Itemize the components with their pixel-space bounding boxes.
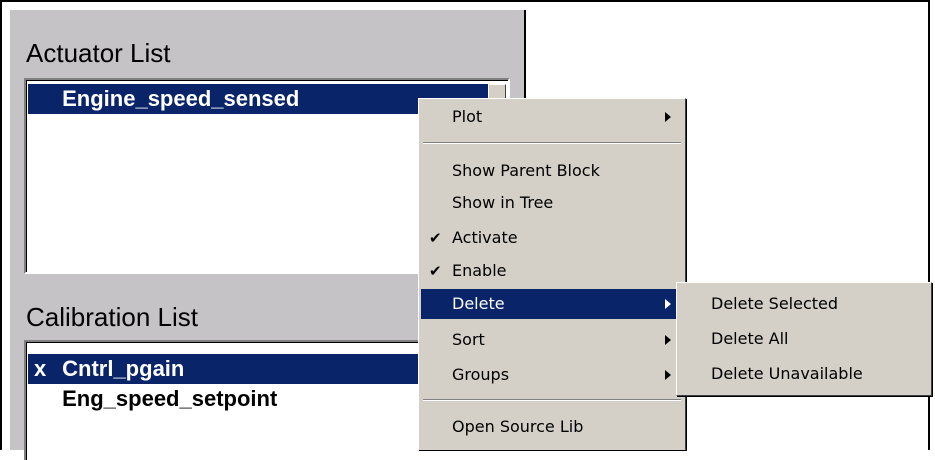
menu-item-groups[interactable]: Groups (421, 360, 683, 390)
menu-item-delete-unavailable[interactable]: Delete Unavailable (679, 359, 929, 389)
menu-item-delete[interactable]: Delete (421, 289, 683, 319)
menu-item-plot[interactable]: Plot (421, 102, 683, 132)
row-label: Cntrl_pgain (62, 356, 185, 381)
menu-item-activate[interactable]: ✔ Activate (421, 223, 683, 253)
menu-item-label: Show Parent Block (452, 161, 600, 180)
menu-item-show-parent-block[interactable]: Show Parent Block (421, 156, 683, 186)
menu-item-label: Enable (452, 261, 507, 280)
menu-item-label: Delete Selected (711, 294, 839, 313)
menu-item-label: Delete (452, 294, 505, 313)
calibration-list-title: Calibration List (26, 302, 198, 332)
menu-item-enable[interactable]: ✔ Enable (421, 256, 683, 286)
menu-item-label: Delete All (711, 329, 789, 348)
row-label: Eng_speed_setpoint (62, 386, 278, 411)
row-label: Engine_speed_sensed (62, 86, 300, 111)
actuator-list-title: Actuator List (26, 38, 171, 68)
menu-item-label: Plot (452, 107, 483, 126)
submenu-arrow-icon (665, 370, 671, 380)
context-menu: Plot Show Parent Block Show in Tree ✔ Ac… (418, 98, 686, 450)
menu-item-delete-selected[interactable]: Delete Selected (679, 289, 929, 319)
menu-item-label: Groups (452, 365, 510, 384)
menu-separator (423, 399, 681, 401)
menu-item-sort[interactable]: Sort (421, 325, 683, 355)
menu-item-label: Activate (452, 228, 518, 247)
menu-item-label: Open Source Lib (452, 417, 584, 436)
submenu-arrow-icon (665, 299, 671, 309)
menu-item-show-in-tree[interactable]: Show in Tree (421, 188, 683, 218)
row-mark: x (34, 356, 47, 381)
delete-submenu: Delete Selected Delete All Delete Unavai… (676, 282, 932, 396)
checkmark-icon: ✔ (429, 262, 442, 280)
menu-item-label: Show in Tree (452, 193, 554, 212)
menu-item-label: Delete Unavailable (711, 364, 863, 383)
menu-separator (423, 142, 681, 144)
menu-item-open-source-lib[interactable]: Open Source Lib (421, 412, 683, 442)
checkmark-icon: ✔ (429, 229, 442, 247)
submenu-arrow-icon (665, 335, 671, 345)
submenu-arrow-icon (665, 112, 671, 122)
menu-item-delete-all[interactable]: Delete All (679, 324, 929, 354)
menu-item-label: Sort (452, 330, 485, 349)
